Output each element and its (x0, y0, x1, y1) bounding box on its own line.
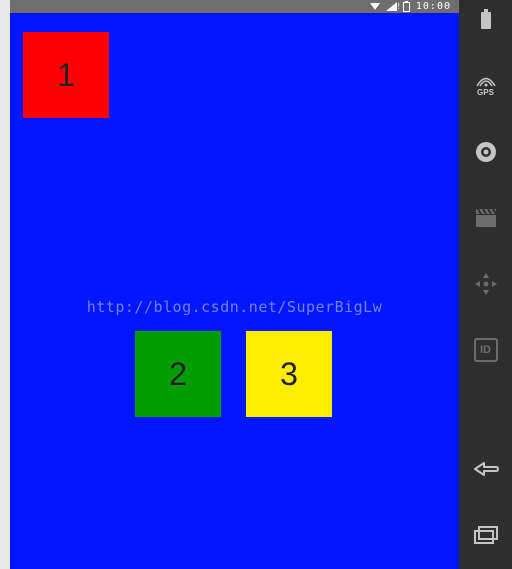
box-one-label: 1 (57, 57, 75, 94)
dropdown-indicator-icon (370, 3, 380, 10)
phone-screen: 10:00 1 http://blog.csdn.net/SuperBigLw … (10, 0, 459, 569)
camera-icon (474, 140, 498, 164)
gps-button[interactable]: GPS (472, 72, 500, 100)
left-margin (0, 0, 10, 569)
box-one: 1 (23, 32, 109, 118)
battery-icon (403, 2, 410, 12)
battery-emulator-icon (478, 9, 494, 31)
camera-button[interactable] (472, 138, 500, 166)
gps-signal-icon (475, 75, 497, 87)
recents-button[interactable] (472, 521, 500, 549)
emulator-toolbar: GPS ID (459, 0, 512, 569)
clapperboard-icon (475, 208, 497, 228)
recents-icon (473, 525, 499, 545)
gps-label: GPS (477, 88, 494, 97)
box-three-label: 3 (280, 356, 298, 393)
clock-time: 10:00 (416, 1, 451, 12)
android-status-bar: 10:00 (10, 0, 459, 13)
box-three: 3 (246, 331, 332, 417)
battery-button[interactable] (472, 6, 500, 34)
clapperboard-button[interactable] (472, 204, 500, 232)
app-viewport: 1 http://blog.csdn.net/SuperBigLw 2 3 (10, 13, 459, 569)
back-arrow-icon (472, 460, 500, 478)
box-two: 2 (135, 331, 221, 417)
signal-icon (386, 2, 397, 11)
dpad-button[interactable] (472, 270, 500, 298)
id-button[interactable]: ID (472, 336, 500, 364)
watermark-text: http://blog.csdn.net/SuperBigLw (10, 298, 459, 316)
id-label: ID (480, 344, 491, 356)
dpad-icon (473, 271, 499, 297)
box-two-label: 2 (169, 356, 187, 393)
back-button[interactable] (472, 455, 500, 483)
